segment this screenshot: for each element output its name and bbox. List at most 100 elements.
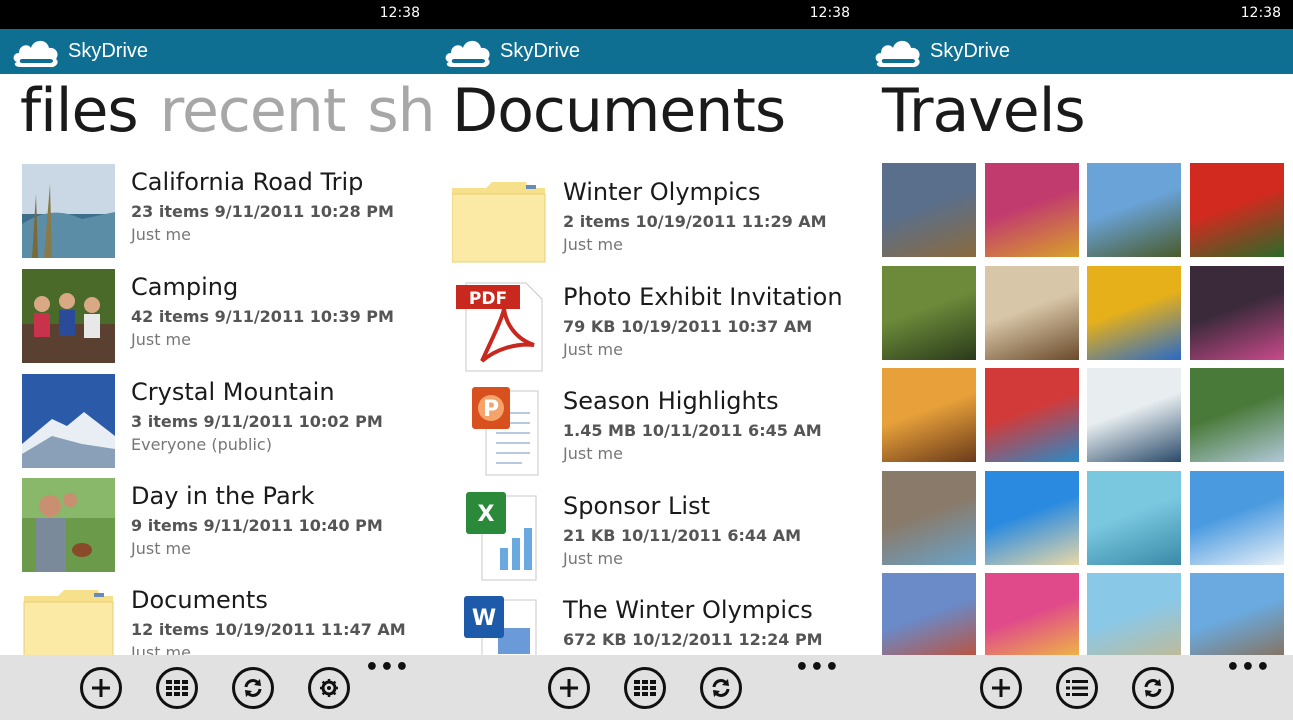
sync-button[interactable] [232,667,274,709]
list-item[interactable]: Camping 42 items 9/11/2011 10:39 PM Just… [0,269,432,365]
item-info: Season Highlights 1.45 MB 10/11/2011 6:4… [563,387,822,463]
add-button[interactable] [980,667,1022,709]
list-item[interactable]: California Road Trip 23 items 9/11/2011 … [0,164,432,260]
item-title: California Road Trip [131,168,364,196]
item-title: Photo Exhibit Invitation [563,283,843,311]
photo-thumbnail[interactable] [1189,470,1284,565]
grid-view-button[interactable] [624,667,666,709]
screen-documents: 12:38 SkyDrive Documents Winter Olympics… [432,0,862,720]
item-info: California Road Trip 23 items 9/11/2011 … [131,168,394,244]
list-item[interactable]: X Sponsor List 21 KB 10/11/2011 6:44 AM … [432,488,862,584]
item-meta: 1.45 MB 10/11/2011 6:45 AM [563,421,822,440]
list-view-button[interactable] [1056,667,1098,709]
photo-thumbnail[interactable] [1189,368,1284,462]
pivot-shared[interactable]: sha [367,76,432,146]
thumbnail-image [22,269,115,363]
item-info: Day in the Park 9 items 9/11/2011 10:40 … [131,482,383,558]
app-header: SkyDrive [432,29,862,74]
powerpoint-icon: P [452,383,548,479]
item-title: Sponsor List [563,492,710,520]
svg-text:X: X [478,502,495,527]
status-bar: 12:38 [862,0,1293,29]
item-meta: 672 KB 10/12/2011 12:24 PM [563,630,823,649]
photo-thumbnail[interactable] [1189,573,1284,667]
item-meta: 79 KB 10/19/2011 10:37 AM [563,317,813,336]
pdf-icon: PDF [452,279,548,375]
more-button[interactable]: ••• [795,655,840,680]
item-info: Photo Exhibit Invitation 79 KB 10/19/201… [563,283,843,359]
status-bar: 12:38 [0,0,432,29]
photo-thumbnail[interactable] [1087,265,1181,360]
item-title: Day in the Park [131,482,315,510]
add-icon [560,679,578,697]
thumbnail-image [22,374,115,468]
photo-thumbnail[interactable] [882,470,976,565]
photo-thumbnail[interactable] [984,573,1079,667]
photo-thumbnail[interactable] [882,368,976,462]
clock: 12:38 [809,5,850,21]
item-title: Camping [131,273,239,301]
list-item[interactable]: Crystal Mountain 3 items 9/11/2011 10:02… [0,374,432,470]
item-meta: 21 KB 10/11/2011 6:44 AM [563,526,801,545]
settings-button[interactable] [308,667,350,709]
screen-files: 12:38 SkyDrive files recent sha California… [0,0,432,720]
item-info: The Winter Olympics 672 KB 10/12/2011 12… [563,596,823,653]
clock: 12:38 [379,5,420,21]
pivot-recent[interactable]: recent [160,76,347,146]
photo-thumbnail[interactable] [882,265,976,360]
sync-button[interactable] [700,667,742,709]
skydrive-logo-icon [445,40,490,68]
list-item[interactable]: P Season Highlights 1.45 MB 10/11/2011 6… [432,383,862,479]
photo-thumbnail[interactable] [1087,573,1181,667]
photo-thumbnail[interactable] [882,573,976,667]
item-info: Documents 12 items 10/19/2011 11:47 AM J… [131,586,406,662]
list-item[interactable]: Day in the Park 9 items 9/11/2011 10:40 … [0,478,432,574]
clock: 12:38 [1240,5,1281,21]
photo-thumbnail[interactable] [984,163,1079,257]
item-sharing: Just me [131,225,191,244]
photo-thumbnail[interactable] [984,265,1079,360]
pivot-files[interactable]: files [20,76,139,146]
photo-thumbnail[interactable] [984,368,1079,462]
photo-thumbnail[interactable] [1189,163,1284,257]
more-button[interactable]: ••• [1226,655,1271,680]
item-sharing: Just me [563,235,623,254]
app-bar: ••• [862,655,1293,720]
item-meta: 9 items 9/11/2011 10:40 PM [131,516,383,535]
item-meta: 2 items 10/19/2011 11:29 AM [563,212,827,231]
sync-button[interactable] [1132,667,1174,709]
photo-thumbnail[interactable] [1087,368,1181,462]
photo-thumbnail[interactable] [1087,163,1181,257]
item-sharing: Just me [563,549,623,568]
item-sharing: Just me [563,340,623,359]
settings-icon [320,679,338,697]
app-header: SkyDrive [0,29,432,74]
page-title: Travels [882,76,1086,146]
sync-icon [1144,679,1162,697]
item-title: Winter Olympics [563,178,761,206]
list-view-icon [1066,680,1088,696]
folder-icon [451,174,548,270]
photo-thumbnail[interactable] [882,163,976,257]
sync-icon [244,679,262,697]
item-sharing: Just me [131,539,191,558]
photo-thumbnail[interactable] [984,470,1079,565]
list-item[interactable]: Winter Olympics 2 items 10/19/2011 11:29… [432,174,862,270]
more-button[interactable]: ••• [365,655,410,680]
item-info: Sponsor List 21 KB 10/11/2011 6:44 AM Ju… [563,492,801,568]
photo-thumbnail[interactable] [1087,470,1181,565]
list-item[interactable]: PDF Photo Exhibit Invitation 79 KB 10/19… [432,279,862,375]
photo-thumbnail[interactable] [1189,265,1284,360]
thumbnail-image [22,478,115,572]
item-info: Camping 42 items 9/11/2011 10:39 PM Just… [131,273,394,349]
item-meta: 23 items 9/11/2011 10:28 PM [131,202,394,221]
app-title: SkyDrive [930,40,1011,62]
add-button[interactable] [548,667,590,709]
item-meta: 12 items 10/19/2011 11:47 AM [131,620,406,639]
svg-text:P: P [483,397,499,422]
grid-view-button[interactable] [156,667,198,709]
app-bar: ••• [432,655,862,720]
app-bar: ••• [0,655,432,720]
item-sharing: Everyone (public) [131,435,272,454]
add-button[interactable] [80,667,122,709]
